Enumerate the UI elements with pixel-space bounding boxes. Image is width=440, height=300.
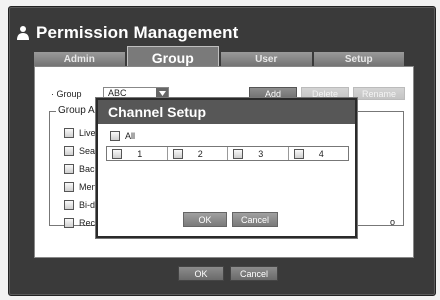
checkbox[interactable] [64,200,74,210]
permission-item-search[interactable]: Sear [64,146,98,156]
channel-item-4[interactable]: 4 [289,147,349,160]
channel-list: 1 2 3 4 [106,146,349,161]
cancel-button[interactable]: Cancel [230,266,278,281]
dialog-cancel-button[interactable]: Cancel [232,212,278,227]
tab-bar: Admin Group User Setup [34,46,404,68]
channel-item-3[interactable]: 3 [228,147,289,160]
checkbox[interactable] [293,148,304,159]
dialog-title: Channel Setup [98,100,355,124]
channel-setup-dialog: Channel Setup All 1 2 3 4 OK Cancel [96,98,357,238]
checkbox[interactable] [112,148,122,159]
group-authority-legend: Group A [56,105,97,116]
channel-item-2[interactable]: 2 [168,147,228,160]
all-channels-option[interactable]: All [110,131,135,141]
partially-hidden-text: o [389,217,395,227]
permission-item-backup[interactable]: Back [64,164,99,174]
dialog-ok-button[interactable]: OK [183,212,227,227]
person-icon [17,26,29,40]
checkbox[interactable] [64,128,74,138]
ok-button[interactable]: OK [178,266,224,281]
checkbox[interactable] [172,148,183,159]
checkbox[interactable] [64,164,74,174]
checkbox[interactable] [64,182,74,192]
group-label: · Group [51,88,82,99]
permission-item-record[interactable]: Reco [64,218,100,228]
checkbox[interactable] [64,218,74,228]
channel-number: 1 [137,148,143,159]
checkbox[interactable] [64,146,74,156]
permission-item-bidirectional[interactable]: Bi-di [64,200,97,210]
channel-item-1[interactable]: 1 [107,147,168,160]
title-bar: Permission Management [16,22,238,44]
tab-group[interactable]: Group [126,46,219,68]
channel-number: 4 [318,148,324,159]
checkbox[interactable] [110,131,120,141]
group-select-value: ABC [108,88,127,98]
all-label: All [125,131,136,141]
checkbox[interactable] [233,148,243,159]
permission-label: Bi-di [79,200,98,210]
channel-number: 3 [258,148,264,159]
channel-number: 2 [197,148,203,159]
page-title: Permission Management [36,23,239,42]
permission-label: Live [79,128,96,138]
rename-button[interactable]: Rename [353,87,405,100]
permission-item-live[interactable]: Live [64,128,96,138]
